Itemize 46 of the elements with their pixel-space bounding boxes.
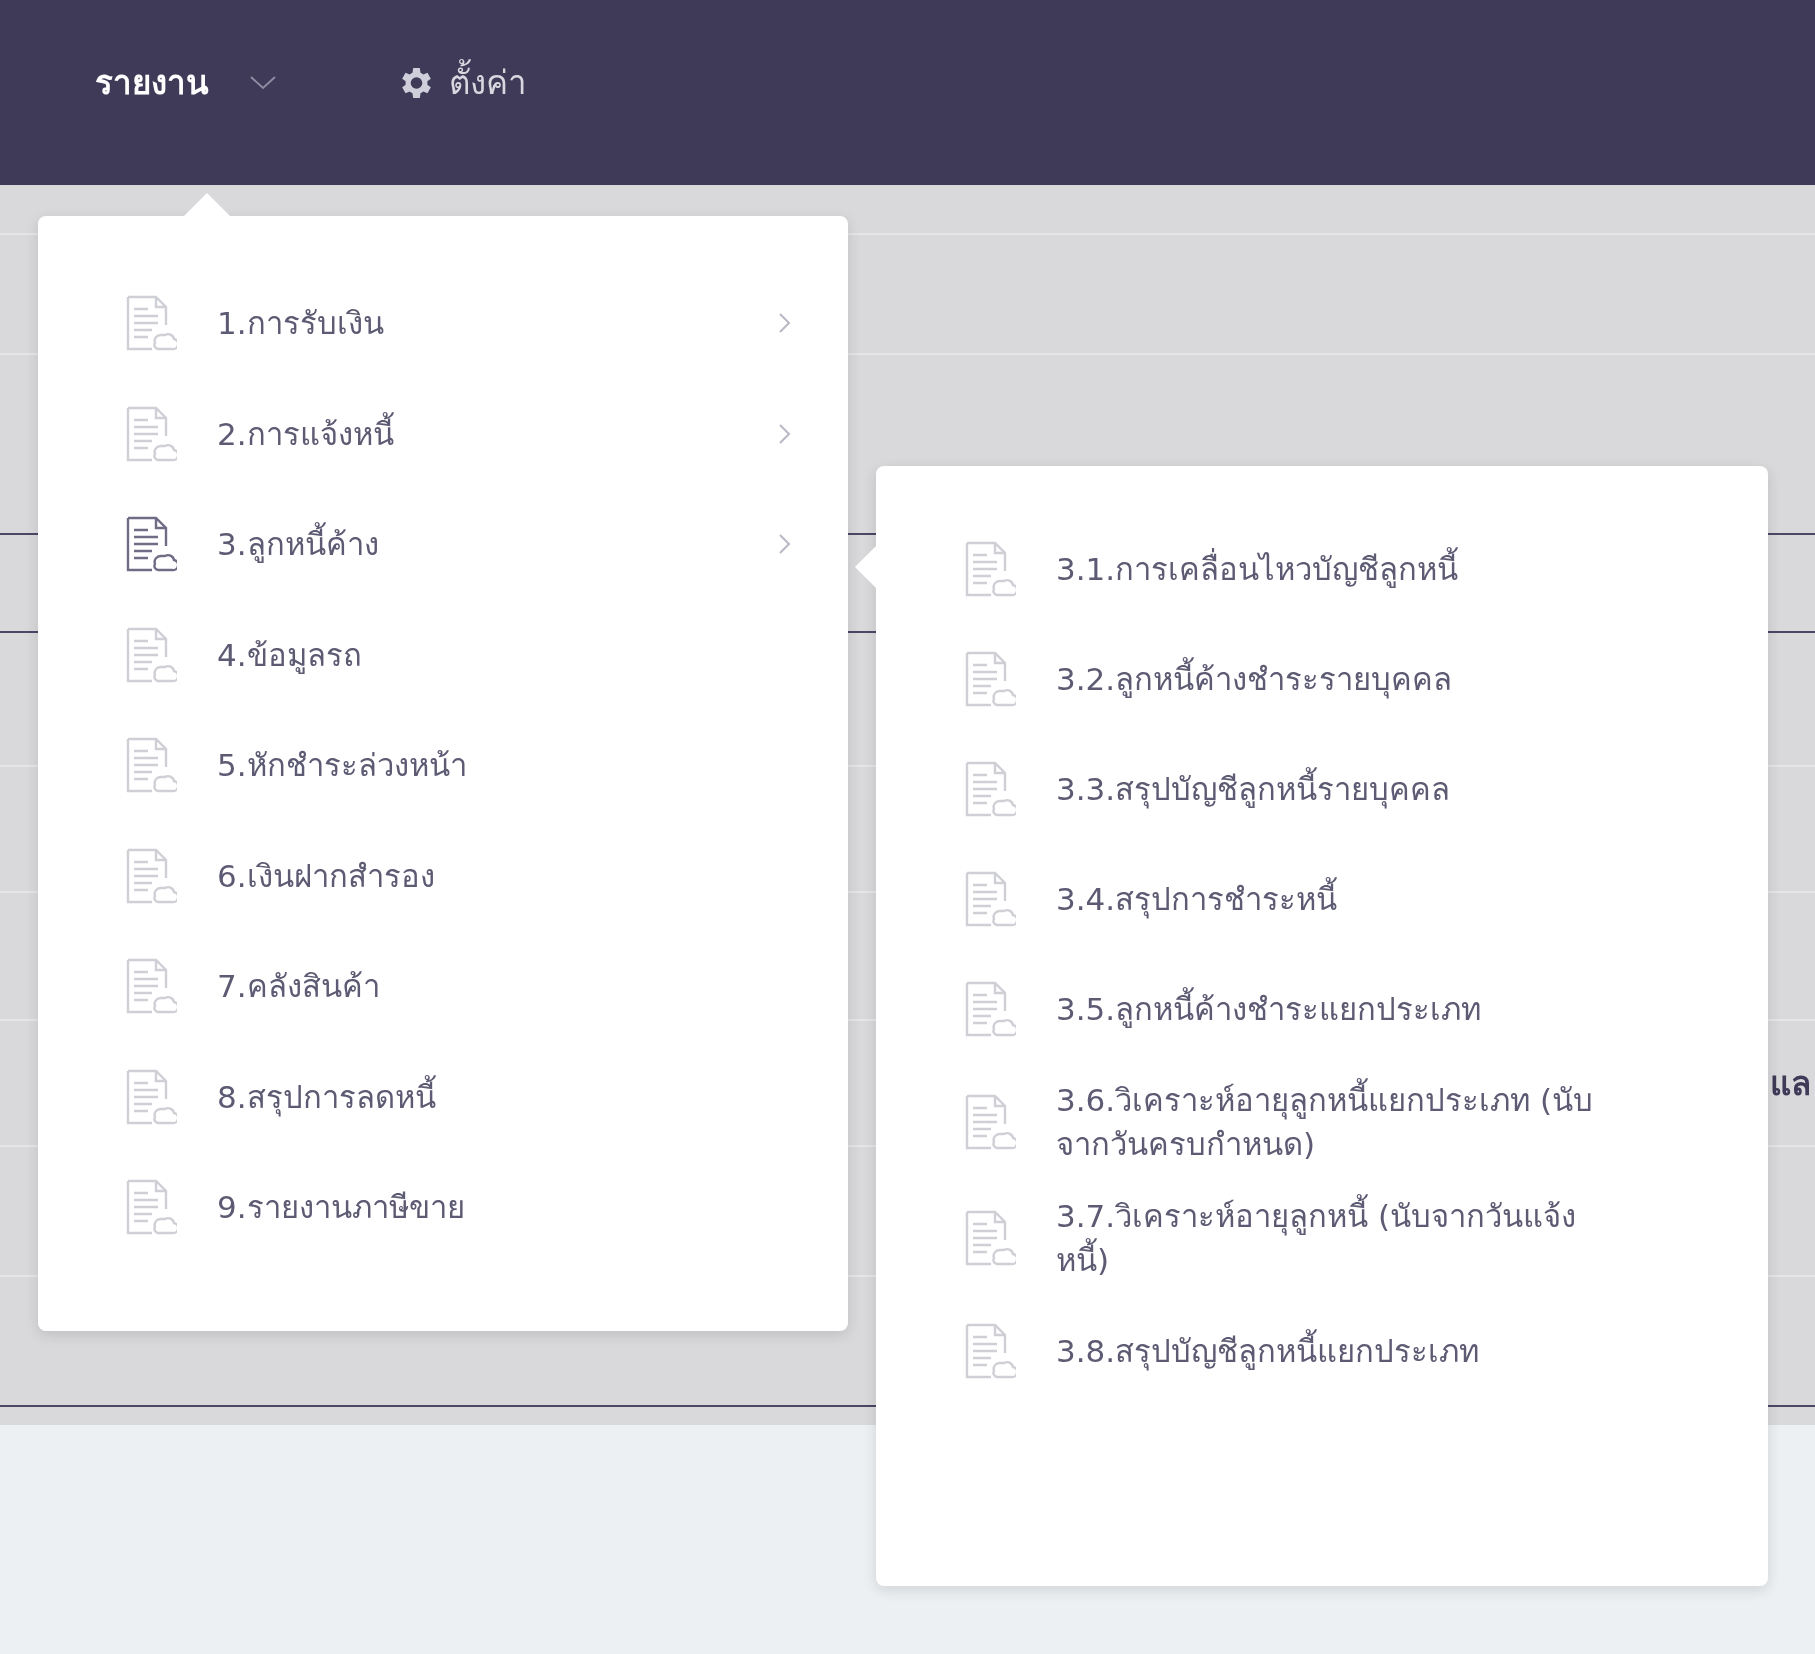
table-cell-text: แล: [1770, 1062, 1811, 1105]
menu-item-label: 3.5.ลูกหนี้ค้างชำระแยกประเภท: [1056, 987, 1616, 1031]
menu-item-label: 5.หักชำระล่วงหน้า: [217, 746, 468, 786]
menu-item[interactable]: 3.7.วิเคราะห์อายุลูกหนี้ (นับจากวันแจ้งหนี้): [876, 1180, 1768, 1297]
menu-item-label: 6.เงินฝากสำรอง: [217, 856, 436, 896]
menu-item[interactable]: 3.3.สรุปบัญชีลูกหนี้รายบุคคล: [876, 734, 1768, 844]
document-icon: [964, 981, 1016, 1037]
menu-item[interactable]: 2.การแจ้งหนี้: [38, 378, 848, 489]
document-icon: [964, 541, 1016, 597]
menu-item-label: 2.การแจ้งหนี้: [217, 411, 738, 456]
menu-item[interactable]: 3.1.การเคลื่อนไหวบัญชีลูกหนี้: [876, 514, 1768, 624]
menu-item[interactable]: 3.4.สรุปการชำระหนี้: [876, 844, 1768, 954]
menu-item[interactable]: 3.ลูกหนี้ค้าง: [38, 489, 848, 600]
menu-item[interactable]: 7.คลังสินค้า: [38, 931, 848, 1042]
menu-item-label: 3.1.การเคลื่อนไหวบัญชีลูกหนี้: [1056, 547, 1616, 591]
menu-item-label: 7.คลังสินค้า: [217, 967, 381, 1007]
nav-menu-item[interactable]: ตั้งค่า: [395, 56, 527, 109]
menu-item-label: 1.การรับเงิน: [217, 304, 385, 344]
document-icon: [964, 871, 1016, 927]
menu-item[interactable]: 8.สรุปการลดหนี้: [38, 1041, 848, 1152]
menu-item[interactable]: 3.8.สรุปบัญชีลูกหนี้แยกประเภท: [876, 1296, 1768, 1407]
menu-item-label: 3.6.วิเคราะห์อายุลูกหนี้แยกประเภท (นับจากวันครบกำหนด): [1056, 1078, 1616, 1167]
menu-item[interactable]: 4.ข้อมูลรถ: [38, 599, 848, 710]
menu-item-label: 3.ลูกหนี้ค้าง: [217, 522, 738, 567]
menu-item[interactable]: 3.2.ลูกหนี้ค้างชำระรายบุคคล: [876, 624, 1768, 734]
nav-menu-item[interactable]: รายงาน: [95, 56, 277, 109]
menu-item-label: 8.สรุปการลดหนี้: [217, 1074, 778, 1119]
menu-item-label: 9.รายงานภาษีขาย: [217, 1188, 466, 1228]
menu-item[interactable]: 3.6.วิเคราะห์อายุลูกหนี้แยกประเภท (นับจากวันครบกำหนด): [876, 1064, 1768, 1181]
menu-item[interactable]: 6.เงินฝากสำรอง: [38, 820, 848, 931]
menu-item[interactable]: 5.หักชำระล่วงหน้า: [38, 710, 848, 821]
document-icon: [964, 651, 1016, 707]
menu-item[interactable]: 1.การรับเงิน: [38, 268, 848, 379]
document-icon: [964, 1210, 1016, 1267]
menu-item-label: 3.4.สรุปการชำระหนี้: [1056, 877, 1616, 921]
menu-item[interactable]: 9.รายงานภาษีขาย: [38, 1152, 848, 1263]
chevron-down-icon: [249, 74, 277, 91]
menu-item-label: 3.3.สรุปบัญชีลูกหนี้รายบุคคล: [1056, 767, 1616, 811]
menu-item-label: 3.7.วิเคราะห์อายุลูกหนี้ (นับจากวันแจ้งหนี้): [1056, 1194, 1616, 1283]
menu-item[interactable]: 3.5.ลูกหนี้ค้างชำระแยกประเภท: [876, 954, 1768, 1064]
document-icon: [964, 1323, 1016, 1380]
document-icon: [964, 761, 1016, 817]
menu-item-label: 3.2.ลูกหนี้ค้างชำระรายบุคคล: [1056, 657, 1616, 701]
menu-item-label: 4.ข้อมูลรถ: [217, 635, 363, 676]
menu-item-label: 3.8.สรุปบัญชีลูกหนี้แยกประเภท: [1056, 1329, 1616, 1374]
document-icon: [964, 1094, 1016, 1150]
